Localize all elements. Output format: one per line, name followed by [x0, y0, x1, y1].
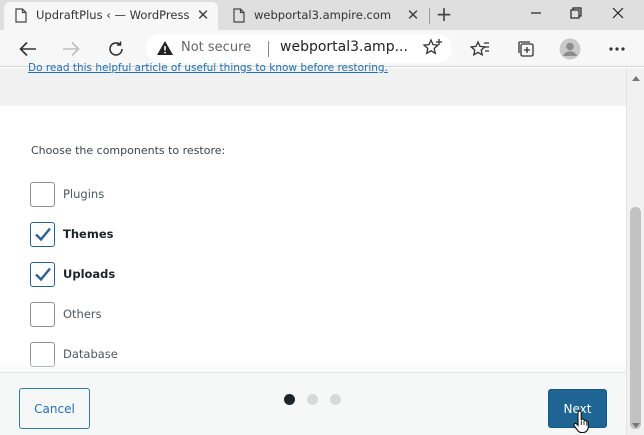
- more-icon: [609, 47, 625, 51]
- close-icon[interactable]: ✕: [404, 6, 422, 24]
- checkmark-icon: [35, 267, 51, 281]
- page-icon: [233, 8, 245, 23]
- url-text[interactable]: webportal3.amp...: [280, 39, 408, 55]
- scroll-down-icon[interactable]: [631, 422, 641, 430]
- component-themes[interactable]: Themes: [30, 221, 113, 247]
- close-icon[interactable]: ✕: [194, 6, 212, 24]
- cancel-button[interactable]: Cancel: [19, 388, 90, 429]
- address-bar[interactable]: Not secure webportal3.amp...: [146, 34, 452, 63]
- others-checkbox[interactable]: [30, 301, 55, 327]
- profile-icon: [559, 38, 581, 60]
- hand-cursor-icon: [573, 410, 589, 434]
- step-dot-1: [284, 394, 295, 405]
- back-button[interactable]: [14, 35, 42, 63]
- scroll-up-icon[interactable]: [631, 74, 641, 82]
- close-icon: [612, 7, 624, 19]
- maximize-button[interactable]: [556, 0, 596, 26]
- close-window-button[interactable]: [598, 0, 638, 26]
- components-heading: Choose the components to restore:: [31, 144, 226, 157]
- restore-icon: [570, 7, 582, 19]
- component-label: Plugins: [63, 187, 105, 201]
- forward-arrow-icon: [63, 41, 80, 57]
- restore-dialog: Do read this helpful article of useful t…: [0, 62, 626, 435]
- component-uploads[interactable]: Uploads: [30, 261, 115, 287]
- security-status[interactable]: Not secure: [181, 40, 251, 55]
- warning-icon[interactable]: [156, 40, 174, 56]
- forward-button[interactable]: [57, 35, 85, 63]
- plugins-checkbox[interactable]: [30, 181, 55, 207]
- step-dot-2: [307, 394, 318, 405]
- scrollbar-thumb[interactable]: [630, 207, 641, 429]
- tab-updraftplus[interactable]: UpdraftPlus ‹ — WordPress ✕: [4, 2, 218, 30]
- step-dot-3: [330, 394, 341, 405]
- minimize-icon: [531, 12, 541, 14]
- address-divider: [268, 41, 269, 57]
- component-plugins[interactable]: Plugins: [30, 181, 104, 207]
- dialog-top-strip: Do read this helpful article of useful t…: [0, 62, 626, 106]
- component-label: Others: [63, 307, 102, 321]
- tab-title: UpdraftPlus ‹ — WordPress: [36, 8, 190, 22]
- tab-title: webportal3.ampire.com: [254, 8, 392, 22]
- favorites-button[interactable]: [466, 35, 494, 63]
- reload-button[interactable]: [102, 35, 130, 63]
- component-label: Themes: [63, 227, 114, 241]
- browser-titlebar: UpdraftPlus ‹ — WordPress ✕ webportal3.a…: [0, 0, 644, 30]
- reload-icon: [109, 41, 123, 56]
- star-icon[interactable]: [422, 38, 444, 58]
- uploads-checkbox[interactable]: [30, 261, 55, 287]
- favorites-icon: [470, 40, 489, 57]
- tab-separator: [429, 8, 430, 24]
- step-indicator: [284, 394, 346, 406]
- collections-button[interactable]: [512, 35, 540, 63]
- checkmark-icon: [35, 227, 51, 241]
- tab-webportal[interactable]: webportal3.ampire.com ✕: [222, 2, 428, 30]
- profile-button[interactable]: [556, 35, 584, 63]
- component-label: Uploads: [63, 267, 116, 281]
- help-article-link[interactable]: Do read this helpful article of useful t…: [28, 62, 388, 74]
- back-arrow-icon: [19, 41, 36, 57]
- page-scrollbar[interactable]: [626, 68, 644, 435]
- page-icon: [15, 8, 27, 23]
- more-options-button[interactable]: [603, 35, 631, 63]
- component-others[interactable]: Others: [30, 301, 102, 327]
- collections-icon: [518, 41, 534, 57]
- new-tab-button[interactable]: +: [432, 2, 456, 28]
- minimize-button[interactable]: [516, 0, 556, 26]
- themes-checkbox[interactable]: [30, 221, 55, 247]
